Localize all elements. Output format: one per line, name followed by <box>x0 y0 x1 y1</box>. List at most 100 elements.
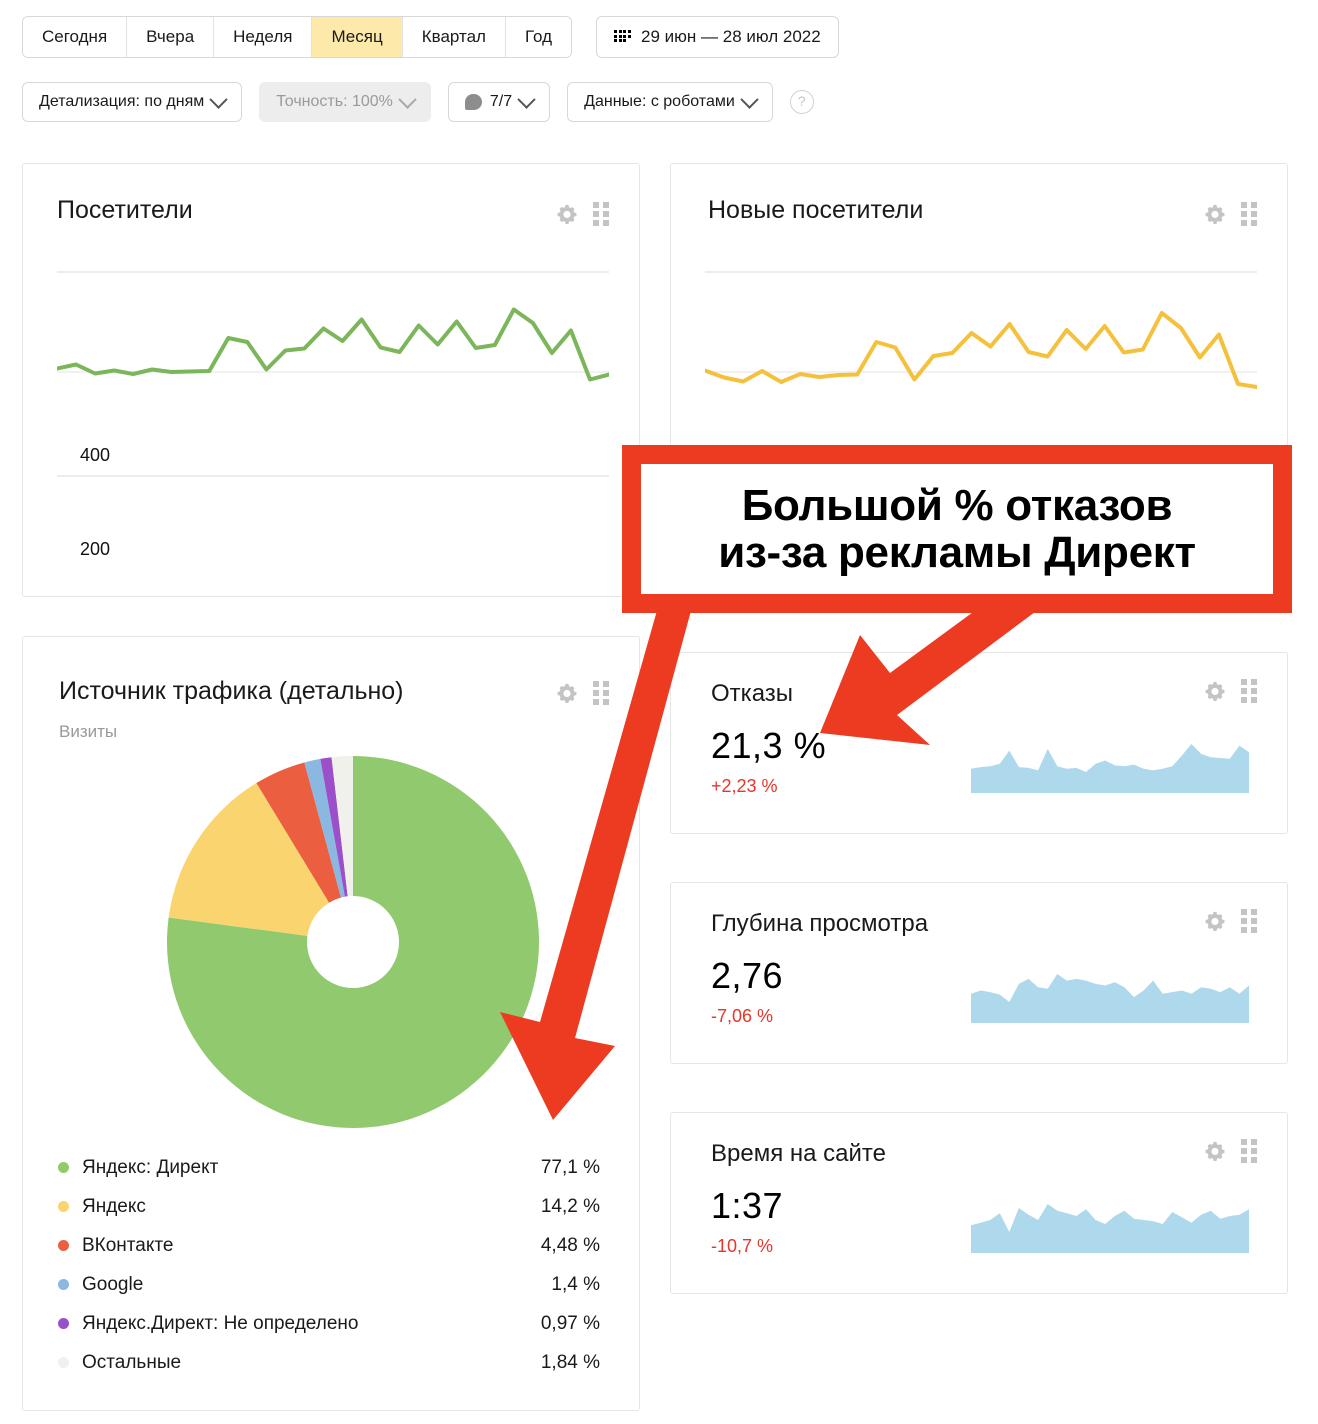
date-range-button[interactable]: 29 июн — 28 июл 2022 <box>596 16 839 58</box>
traffic-card-subtitle: Визиты <box>59 722 117 742</box>
chevron-down-icon <box>740 90 758 108</box>
bounce-rate-label: Отказы <box>711 680 793 708</box>
grid-icon[interactable] <box>593 202 610 226</box>
page-depth-card-actions <box>1204 909 1258 933</box>
traffic-legend-label: Яндекс: Директ <box>82 1157 541 1179</box>
grid-icon[interactable] <box>1241 202 1258 226</box>
traffic-legend-row[interactable]: Яндекс: Директ77,1 % <box>58 1148 600 1187</box>
bounce-rate-value: 21,3 % <box>711 725 826 767</box>
traffic-legend-label: Google <box>82 1274 551 1296</box>
traffic-legend-value: 77,1 % <box>541 1157 600 1179</box>
gear-icon[interactable] <box>556 203 578 225</box>
annotation-line-2: из-за рекламы Директ <box>718 529 1196 576</box>
period-tab-year[interactable]: Год <box>506 17 571 57</box>
accuracy-label: Точность: 100% <box>276 93 393 111</box>
traffic-legend-dot <box>58 1240 69 1251</box>
traffic-legend-value: 1,84 % <box>541 1352 600 1374</box>
time-on-site-value: 1:37 <box>711 1185 783 1227</box>
annotation-line-1: Большой % отказов <box>742 482 1173 529</box>
time-on-site-sparkline <box>971 1198 1249 1253</box>
period-tab-week[interactable]: Неделя <box>214 17 312 57</box>
chevron-down-icon <box>398 90 416 108</box>
grid-icon[interactable] <box>593 681 610 705</box>
gear-icon[interactable] <box>1204 910 1226 932</box>
filter-toolbar: Детализация: по дням Точность: 100% 7/7 … <box>22 82 814 122</box>
chevron-down-icon <box>210 90 228 108</box>
page-depth-value: 2,76 <box>711 955 783 997</box>
robots-data-dropdown[interactable]: Данные: с роботами <box>567 82 773 122</box>
traffic-legend-label: Яндекс.Директ: Не определено <box>82 1313 541 1335</box>
bounce-rate-sparkline <box>971 738 1249 793</box>
period-tab-quarter[interactable]: Квартал <box>403 17 506 57</box>
traffic-legend-value: 14,2 % <box>541 1196 600 1218</box>
goals-dropdown[interactable]: 7/7 <box>448 82 550 122</box>
traffic-legend-dot <box>58 1318 69 1329</box>
traffic-legend-value: 4,48 % <box>541 1235 600 1257</box>
grid-icon[interactable] <box>1241 909 1258 933</box>
traffic-legend-row[interactable]: Остальные1,84 % <box>58 1343 600 1382</box>
goals-label: 7/7 <box>490 93 512 111</box>
traffic-donut-chart <box>165 754 541 1130</box>
traffic-legend-dot <box>58 1357 69 1368</box>
visitors-card-actions <box>556 202 610 226</box>
visitors-card: Посетители 400 200 29.06.22 28.07.22 Пос… <box>22 163 640 597</box>
traffic-legend-value: 0,97 % <box>541 1313 600 1335</box>
grid-icon[interactable] <box>1241 1139 1258 1163</box>
page-depth-sparkline <box>971 968 1249 1023</box>
gear-icon[interactable] <box>1204 203 1226 225</box>
chevron-down-icon <box>517 90 535 108</box>
calendar-icon <box>614 29 630 45</box>
traffic-legend-dot <box>58 1162 69 1173</box>
traffic-legend-row[interactable]: ВКонтакте4,48 % <box>58 1226 600 1265</box>
traffic-legend-dot <box>58 1279 69 1290</box>
help-icon[interactable]: ? <box>790 90 814 114</box>
detail-level-label: Детализация: по дням <box>39 93 204 111</box>
page-depth-delta: -7,06 % <box>711 1006 773 1027</box>
period-tab-month[interactable]: Месяц <box>312 17 402 57</box>
visitors-y-tick-400: 400 <box>80 445 110 466</box>
traffic-legend-row[interactable]: Яндекс14,2 % <box>58 1187 600 1226</box>
period-tab-yesterday[interactable]: Вчера <box>127 17 214 57</box>
grid-icon[interactable] <box>1241 679 1258 703</box>
traffic-card-actions <box>556 681 610 705</box>
page-depth-card: Глубина просмотра 2,76 -7,06 % <box>670 882 1288 1064</box>
robots-data-label: Данные: с роботами <box>584 93 735 111</box>
visitors-y-tick-200: 200 <box>80 539 110 560</box>
gear-icon[interactable] <box>1204 1140 1226 1162</box>
bounce-rate-delta: +2,23 % <box>711 776 778 797</box>
new-visitors-card-title: Новые посетители <box>708 196 923 225</box>
page-depth-label: Глубина просмотра <box>711 910 928 938</box>
date-range-label: 29 июн — 28 июл 2022 <box>641 27 821 47</box>
new-visitors-card-actions <box>1204 202 1258 226</box>
traffic-legend-value: 1,4 % <box>551 1274 600 1296</box>
annotation-callout: Большой % отказов из-за рекламы Директ <box>622 445 1292 613</box>
visitors-card-title: Посетители <box>57 196 193 225</box>
bounce-rate-card: Отказы 21,3 % +2,23 % <box>670 652 1288 834</box>
traffic-legend-label: Остальные <box>82 1352 541 1374</box>
traffic-legend-label: ВКонтакте <box>82 1235 541 1257</box>
time-on-site-card: Время на сайте 1:37 -10,7 % <box>670 1112 1288 1294</box>
dashboard-root: Сегодня Вчера Неделя Месяц Квартал Год 2… <box>0 0 1318 1424</box>
bounce-rate-card-actions <box>1204 679 1258 703</box>
period-toolbar: Сегодня Вчера Неделя Месяц Квартал Год 2… <box>22 16 839 58</box>
time-on-site-label: Время на сайте <box>711 1140 886 1168</box>
sparkline-area <box>971 974 1249 1023</box>
time-on-site-delta: -10,7 % <box>711 1236 773 1257</box>
time-on-site-card-actions <box>1204 1139 1258 1163</box>
gear-icon[interactable] <box>1204 680 1226 702</box>
period-tab-group: Сегодня Вчера Неделя Месяц Квартал Год <box>22 16 572 58</box>
traffic-legend-label: Яндекс <box>82 1196 541 1218</box>
period-tab-today[interactable]: Сегодня <box>23 17 127 57</box>
visitors-line-chart <box>57 268 609 478</box>
traffic-card-title: Источник трафика (детально) <box>59 677 404 706</box>
traffic-legend-dot <box>58 1201 69 1212</box>
sparkline-area <box>971 744 1249 793</box>
traffic-legend-row[interactable]: Google1,4 % <box>58 1265 600 1304</box>
traffic-legend-row[interactable]: Яндекс.Директ: Не определено0,97 % <box>58 1304 600 1343</box>
traffic-legend: Яндекс: Директ77,1 %Яндекс14,2 %ВКонтакт… <box>58 1148 600 1382</box>
detail-level-dropdown[interactable]: Детализация: по дням <box>22 82 242 122</box>
speech-bubble-icon <box>465 94 482 110</box>
sparkline-area <box>971 1204 1249 1253</box>
gear-icon[interactable] <box>556 682 578 704</box>
accuracy-dropdown[interactable]: Точность: 100% <box>259 82 431 122</box>
